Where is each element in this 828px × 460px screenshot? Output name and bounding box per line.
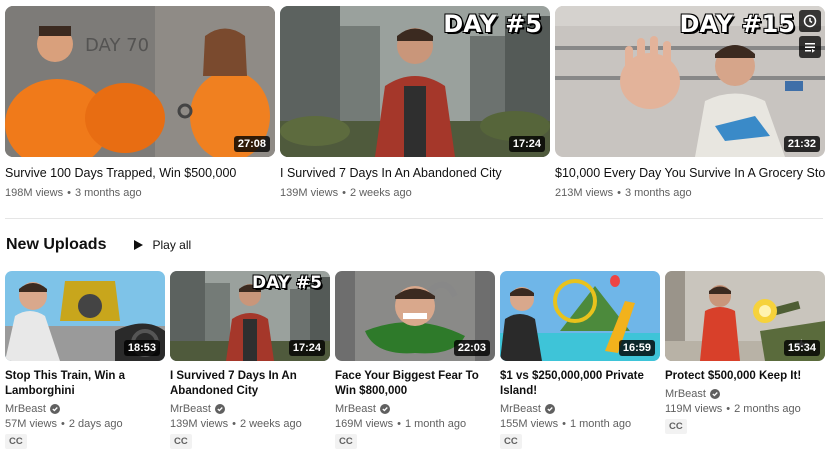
upload-age: 2 months ago: [734, 403, 801, 415]
play-all-button[interactable]: Play all: [132, 238, 191, 252]
video-thumbnail[interactable]: 22:03: [335, 271, 495, 361]
channel-name[interactable]: MrBeast: [170, 403, 330, 415]
verified-check-icon: [214, 404, 225, 414]
video-meta: 139M views 2 weeks ago: [280, 187, 550, 199]
cc-badge: CC: [500, 434, 522, 449]
view-count: 213M views: [555, 187, 614, 199]
video-meta: 57M views 2 days ago: [5, 418, 165, 430]
video-duration: 22:03: [453, 340, 490, 356]
video-duration: 18:53: [123, 340, 160, 356]
day-overlay-text: DAY #15: [679, 10, 795, 38]
channel-label: MrBeast: [170, 403, 211, 415]
verified-check-icon: [49, 404, 60, 414]
upload-age: 1 month ago: [569, 418, 632, 430]
section-divider: [5, 218, 823, 219]
cc-badge: CC: [335, 434, 357, 449]
video-title[interactable]: Stop This Train, Win a Lamborghini: [5, 369, 165, 399]
thumbnail-hover-actions: [799, 10, 821, 58]
upload-age: 3 months ago: [74, 187, 142, 199]
video-duration: 27:08: [233, 136, 270, 152]
video-meta: 155M views 1 month ago: [500, 418, 660, 430]
video-thumbnail[interactable]: ★ 15:34: [665, 271, 825, 361]
video-card[interactable]: 18:53 Stop This Train, Win a Lamborghini…: [5, 271, 165, 449]
video-duration: 15:34: [783, 340, 820, 356]
upload-age: 3 months ago: [624, 187, 692, 199]
video-title[interactable]: $10,000 Every Day You Survive In A Groce…: [555, 166, 825, 181]
video-meta: 213M views 3 months ago: [555, 187, 825, 199]
view-count: 57M views: [5, 418, 57, 430]
channel-label: MrBeast: [500, 403, 541, 415]
queue-icon[interactable]: [799, 36, 821, 58]
view-count: 198M views: [5, 187, 64, 199]
video-thumbnail[interactable]: DAY 70 27:08: [5, 6, 275, 157]
video-duration: 17:24: [288, 340, 325, 356]
video-title[interactable]: Survive 100 Days Trapped, Win $500,000: [5, 166, 275, 181]
upload-age: 2 days ago: [68, 418, 123, 430]
upload-age: 2 weeks ago: [239, 418, 302, 430]
new-uploads-row: 18:53 Stop This Train, Win a Lamborghini…: [5, 271, 825, 449]
day-overlay-text: DAY #5: [252, 273, 322, 293]
view-count: 139M views: [170, 418, 229, 430]
top-video-row: DAY 70 27:08 Survive 100 Days Trapped, W…: [5, 6, 825, 199]
video-title[interactable]: I Survived 7 Days In An Abandoned City: [170, 369, 330, 399]
verified-check-icon: [709, 389, 720, 399]
video-card[interactable]: 16:59 $1 vs $250,000,000 Private Island!…: [500, 271, 660, 449]
channel-label: MrBeast: [665, 388, 706, 400]
video-thumbnail[interactable]: DAY #15 21:32: [555, 6, 825, 157]
view-count: 139M views: [280, 187, 339, 199]
thumbnail-art: DAY 70: [5, 6, 275, 157]
play-icon: [134, 240, 144, 250]
cc-badge: CC: [5, 434, 27, 449]
clock-icon[interactable]: [799, 10, 821, 32]
video-meta: 119M views 2 months ago: [665, 403, 825, 415]
video-card[interactable]: DAY #5 17:24 I Survived 7 Days In An Aba…: [170, 271, 330, 449]
view-count: 169M views: [335, 418, 394, 430]
video-meta: 198M views 3 months ago: [5, 187, 275, 199]
video-thumbnail[interactable]: 16:59: [500, 271, 660, 361]
upload-age: 1 month ago: [404, 418, 467, 430]
cc-badge: CC: [170, 434, 192, 449]
video-title[interactable]: Protect $500,000 Keep It!: [665, 369, 825, 384]
video-card[interactable]: ★ 15:34 Protect $500,000 Keep It! MrBeas…: [665, 271, 825, 449]
video-title[interactable]: I Survived 7 Days In An Abandoned City: [280, 166, 550, 181]
view-count: 155M views: [500, 418, 559, 430]
video-meta: 139M views 2 weeks ago: [170, 418, 330, 430]
play-all-label: Play all: [152, 238, 192, 252]
svg-text:DAY 70: DAY 70: [85, 35, 149, 56]
video-thumbnail[interactable]: DAY #5 17:24: [170, 271, 330, 361]
section-title[interactable]: New Uploads: [6, 236, 106, 254]
video-title[interactable]: Face Your Biggest Fear To Win $800,000: [335, 369, 495, 399]
video-thumbnail[interactable]: DAY #5 17:24: [280, 6, 550, 157]
video-card[interactable]: DAY #15 21:32 $10,000 Every Day You Surv…: [555, 6, 825, 199]
channel-name[interactable]: MrBeast: [5, 403, 165, 415]
video-thumbnail[interactable]: 18:53: [5, 271, 165, 361]
video-card[interactable]: DAY #5 17:24 I Survived 7 Days In An Aba…: [280, 6, 550, 199]
video-duration: 16:59: [618, 340, 655, 356]
channel-label: MrBeast: [5, 403, 46, 415]
channel-label: MrBeast: [335, 403, 376, 415]
video-card[interactable]: DAY 70 27:08 Survive 100 Days Trapped, W…: [5, 6, 275, 199]
verified-check-icon: [379, 404, 390, 414]
cc-badge: CC: [665, 419, 687, 434]
video-title[interactable]: $1 vs $250,000,000 Private Island!: [500, 369, 660, 399]
channel-name[interactable]: MrBeast: [665, 388, 825, 400]
channel-name[interactable]: MrBeast: [500, 403, 660, 415]
verified-check-icon: [544, 404, 555, 414]
day-overlay-text: DAY #5: [443, 10, 542, 38]
video-duration: 21:32: [783, 136, 820, 152]
view-count: 119M views: [665, 403, 723, 415]
section-header: New Uploads Play all: [6, 236, 191, 254]
video-duration: 17:24: [508, 136, 545, 152]
upload-age: 2 weeks ago: [349, 187, 412, 199]
video-meta: 169M views 1 month ago: [335, 418, 495, 430]
video-card[interactable]: 22:03 Face Your Biggest Fear To Win $800…: [335, 271, 495, 449]
channel-name[interactable]: MrBeast: [335, 403, 495, 415]
